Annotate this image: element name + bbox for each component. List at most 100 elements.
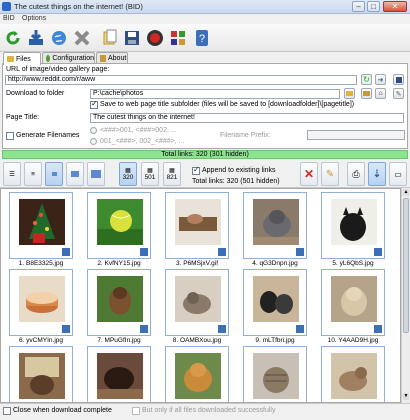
- thumbnail-image: [253, 276, 299, 322]
- gallery-thumbnail[interactable]: [87, 269, 151, 336]
- remove-links-button[interactable]: ✕: [300, 162, 318, 186]
- red-x-icon: ✕: [303, 167, 315, 181]
- link-type-icon: [217, 324, 227, 334]
- save-url-button[interactable]: [393, 74, 404, 85]
- thumbnail-caption: 8. OAMBXou.jpg: [172, 337, 222, 344]
- clean-links-button[interactable]: ✎: [321, 162, 339, 186]
- help-icon[interactable]: ?: [192, 28, 212, 48]
- reset-folder-button[interactable]: ⌂: [375, 88, 386, 99]
- thumbnail-image: [97, 199, 143, 245]
- menu-bar: [0, 14, 410, 24]
- refresh-icon[interactable]: [3, 28, 23, 48]
- view-thumbs-small-button[interactable]: [45, 162, 63, 186]
- close-when-complete-checkbox[interactable]: [3, 407, 11, 415]
- thumbnail-image: [331, 199, 377, 245]
- subfolder-checkbox[interactable]: [90, 99, 98, 109]
- go-url-button[interactable]: ➜: [375, 74, 386, 85]
- gallery-thumbnail[interactable]: [165, 346, 229, 402]
- refresh-url-button[interactable]: ↻: [361, 74, 372, 85]
- go-icon: ➜: [377, 76, 384, 84]
- globe-icon[interactable]: [49, 28, 69, 48]
- open-folder-icon: [363, 91, 370, 96]
- gallery-thumbnail[interactable]: [9, 346, 73, 402]
- record-icon[interactable]: [145, 28, 165, 48]
- view-details-button[interactable]: ☰: [3, 162, 21, 186]
- filter-icon: ▦: [147, 168, 153, 174]
- thumbnail-caption: 2. KvfNY15.jpg: [97, 260, 141, 267]
- total-links-status: Total links: 320 (301 hidden): [2, 150, 408, 159]
- filename-prefix-label: Filename Prefix:: [220, 132, 271, 139]
- scroll-thumb[interactable]: [403, 198, 409, 333]
- gallery-thumbnail[interactable]: [321, 269, 385, 336]
- url-input[interactable]: http://www.reddit.com/r/aww: [5, 75, 357, 85]
- scroll-up-icon[interactable]: ▲: [403, 189, 409, 196]
- close-button[interactable]: ✕: [383, 1, 407, 12]
- gallery-thumbnail[interactable]: [243, 346, 307, 402]
- gallery-thumbnail[interactable]: [9, 269, 73, 336]
- scroll-down-icon[interactable]: ▼: [403, 393, 409, 400]
- gallery-thumbnail[interactable]: [87, 192, 151, 259]
- thumbnail-image: [175, 276, 221, 322]
- save-disk-icon[interactable]: [122, 28, 142, 48]
- thumbnail-image: [253, 353, 299, 399]
- page-title-input[interactable]: The cutest things on the internet!: [90, 113, 404, 123]
- count-821: 821: [166, 174, 178, 181]
- menu-options[interactable]: Options: [22, 15, 46, 22]
- filter-320-button[interactable]: ▦ 320: [119, 162, 137, 186]
- monitor-icon: ▭: [394, 169, 402, 179]
- filename-prefix-input[interactable]: [307, 130, 405, 140]
- gallery-thumbnail[interactable]: [243, 192, 307, 259]
- open-folder-button[interactable]: [361, 88, 372, 99]
- download-folder-input[interactable]: P:\cache\photos: [90, 89, 340, 99]
- tab-about-label: About: [108, 55, 127, 62]
- clear-folder-button[interactable]: ✎: [393, 88, 404, 99]
- thumbnail-image: [253, 199, 299, 245]
- total-links-hidden: Total links: 320 (501 hidden): [192, 178, 280, 185]
- gallery-thumbnail[interactable]: [243, 269, 307, 336]
- generate-filenames-checkbox[interactable]: [6, 132, 14, 140]
- thumbnail-caption: 6. yvCMYIn.jpg: [18, 337, 64, 344]
- filter-501-button[interactable]: ▦ 501: [141, 162, 159, 186]
- view-thumbs-medium-button[interactable]: [66, 162, 84, 186]
- tab-files[interactable]: Files: [3, 52, 41, 65]
- radio-prefix-numbers[interactable]: [90, 127, 97, 134]
- gallery-thumbnail[interactable]: [87, 346, 151, 402]
- download-arrow-icon[interactable]: [26, 28, 46, 48]
- filter-821-button[interactable]: ▦ 821: [163, 162, 181, 186]
- gallery-thumbnail[interactable]: [9, 192, 73, 259]
- thumbnail-caption: 3. P6MSjxV.gif: [175, 260, 219, 267]
- subfolder-label: Save to web page title subfolder (files …: [100, 101, 355, 108]
- download-selected-button[interactable]: ⇣: [368, 162, 386, 186]
- thumb-medium-icon: [71, 171, 79, 177]
- delete-x-icon[interactable]: [72, 28, 92, 48]
- home-icon: ⌂: [378, 90, 383, 97]
- append-links-label: Append to existing links: [202, 167, 276, 174]
- menu-bid[interactable]: BID: [3, 15, 15, 22]
- radio-suffix-numbers[interactable]: [90, 138, 97, 145]
- broom-icon: ✎: [325, 168, 335, 180]
- browse-folder-button[interactable]: [344, 88, 355, 99]
- gallery-thumbnail[interactable]: [321, 346, 385, 402]
- link-type-icon: [217, 247, 227, 257]
- thumbnail-caption: 5. yL6QbS.jpg: [332, 260, 374, 267]
- gallery-grid-icon[interactable]: [168, 28, 188, 48]
- append-links-checkbox[interactable]: [192, 165, 200, 175]
- copy-icon[interactable]: [100, 28, 120, 48]
- radio-suffix-numbers-label: 001_<###>, 002_<###>, ...: [100, 138, 185, 145]
- print-button[interactable]: ⎙: [347, 162, 365, 186]
- view-thumbs-large-button[interactable]: [87, 162, 105, 186]
- gallery-thumbnail[interactable]: [321, 192, 385, 259]
- radio-prefix-numbers-label: <###>001, <###>002, ...: [100, 127, 177, 134]
- maximize-button[interactable]: □: [367, 1, 380, 12]
- generate-filenames-label: Generate Filenames: [16, 132, 80, 139]
- only-if-success-checkbox[interactable]: [132, 407, 140, 415]
- gallery-thumbnail[interactable]: [165, 269, 229, 336]
- thumbnail-image: [331, 276, 377, 322]
- refresh-small-icon: ↻: [363, 75, 370, 84]
- view-list-button[interactable]: ≡: [24, 162, 42, 186]
- gallery-scrollbar[interactable]: ▲ ▼: [401, 188, 410, 403]
- minimize-button[interactable]: –: [352, 1, 365, 12]
- download-all-button[interactable]: ▭: [389, 162, 407, 186]
- gallery-thumbnail[interactable]: [165, 192, 229, 259]
- folder-icon: [7, 56, 14, 62]
